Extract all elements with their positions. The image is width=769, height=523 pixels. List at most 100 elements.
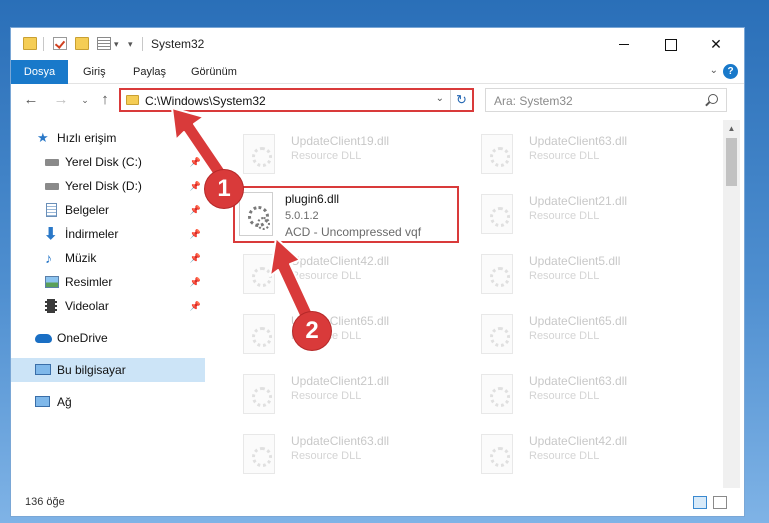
folder-icon [23, 37, 37, 50]
file-list: UpdateClient19.dll Resource DLL UpdateCl… [213, 120, 723, 488]
sidebar-item-pictures[interactable]: Resimler 📌 [11, 270, 205, 294]
sidebar-item-label: OneDrive [57, 331, 108, 345]
pin-icon: 📌 [189, 181, 201, 191]
sidebar-item-videos[interactable]: Videolar 📌 [11, 294, 205, 318]
sidebar-item-downloads[interactable]: ⬇ İndirmeler 📌 [11, 222, 205, 246]
up-button[interactable]: ↑ [95, 90, 115, 110]
forward-button[interactable]: → [51, 90, 71, 110]
scroll-up-arrow[interactable]: ▲ [723, 120, 740, 137]
pin-icon: 📌 [189, 205, 201, 215]
dll-file-icon [243, 314, 275, 354]
pictures-icon [45, 276, 59, 288]
details-view-icon[interactable] [693, 496, 707, 509]
downloads-icon: ⬇ [44, 226, 58, 243]
sidebar-item-music[interactable]: ♪ Müzik 📌 [11, 246, 205, 270]
file-tile[interactable]: UpdateClient21.dll Resource DLL [471, 188, 703, 248]
sidebar-item-this-pc[interactable]: Bu bilgisayar [11, 358, 205, 382]
file-tile[interactable]: UpdateClient65.dll Resource DLL [471, 308, 703, 368]
back-button[interactable]: ← [21, 90, 41, 110]
sidebar-item-drive-c[interactable]: Yerel Disk (C:) 📌 [11, 150, 205, 174]
file-type: Resource DLL [529, 330, 600, 342]
tab-home[interactable]: Giriş [71, 60, 118, 84]
file-tile[interactable]: UpdateClient63.dll Resource DLL [233, 428, 465, 488]
scrollbar-thumb[interactable] [726, 138, 737, 186]
file-name: UpdateClient63.dll [529, 134, 628, 148]
navigation-bar: ← → ⌄ ↑ C:\Windows\System32 ⌄ ↻ Ara: Sys… [11, 84, 744, 116]
sidebar-item-label: İndirmeler [65, 227, 119, 241]
chevron-down-icon[interactable]: ▾ [114, 39, 119, 50]
address-history-dropdown[interactable]: ⌄ [436, 93, 444, 104]
item-count: 136 öğe [25, 496, 65, 508]
address-path[interactable]: C:\Windows\System32 [145, 94, 266, 108]
file-type: Resource DLL [529, 210, 600, 222]
file-name: UpdateClient42.dll [529, 434, 628, 448]
file-type: Resource DLL [291, 390, 362, 402]
tab-view[interactable]: Görünüm [179, 60, 249, 84]
dll-file-icon [481, 374, 513, 414]
title-bar: ▾ ▾ System32 ✕ [11, 28, 744, 60]
dll-file-icon [481, 254, 513, 294]
large-icons-view-icon[interactable] [713, 496, 727, 509]
dll-file-icon [243, 374, 275, 414]
minimize-button[interactable] [601, 28, 647, 60]
view-options-icon[interactable] [97, 37, 111, 50]
dll-file-icon [243, 134, 275, 174]
file-tile[interactable]: UpdateClient19.dll Resource DLL [233, 128, 465, 188]
file-name: UpdateClient65.dll [529, 314, 628, 328]
pin-icon: 📌 [189, 301, 201, 311]
window-title: System32 [151, 37, 205, 51]
address-bar[interactable]: C:\Windows\System32 ⌄ ↻ [119, 88, 474, 112]
file-tile[interactable]: UpdateClient42.dll Resource DLL [233, 248, 465, 308]
file-name: UpdateClient21.dll [291, 374, 390, 388]
file-tile[interactable]: UpdateClient63.dll Resource DLL [471, 128, 703, 188]
file-name: UpdateClient19.dll [291, 134, 390, 148]
search-input[interactable]: Ara: System32 [485, 88, 727, 112]
documents-icon [46, 203, 57, 217]
help-icon[interactable]: ? [723, 64, 738, 79]
vertical-scrollbar[interactable]: ▲ [723, 120, 740, 488]
file-type: Resource DLL [291, 150, 362, 162]
file-description: ACD - Uncompressed vqf [285, 225, 422, 239]
file-type: Resource DLL [291, 450, 362, 462]
tab-share[interactable]: Paylaş [121, 60, 178, 84]
new-folder-icon[interactable] [75, 37, 89, 50]
dll-file-icon [243, 254, 275, 294]
maximize-button[interactable] [647, 28, 693, 60]
drive-d-icon [45, 183, 59, 190]
toolbar-separator [43, 37, 44, 51]
sidebar-item-drive-d[interactable]: Yerel Disk (D:) 📌 [11, 174, 205, 198]
file-name: UpdateClient63.dll [291, 434, 390, 448]
file-tile[interactable]: UpdateClient42.dll Resource DLL [471, 428, 703, 488]
recent-locations-button[interactable]: ⌄ [75, 90, 95, 110]
sidebar-item-label: Yerel Disk (C:) [65, 155, 142, 169]
file-explorer-window: ▾ ▾ System32 ✕ Dosya Giriş Paylaş Görünü… [10, 27, 745, 517]
sidebar-item-label: Bu bilgisayar [57, 363, 126, 377]
callout-2: 2 [293, 312, 331, 350]
dll-file-icon [481, 134, 513, 174]
sidebar-item-label: Belgeler [65, 203, 110, 217]
properties-check-icon[interactable] [53, 37, 67, 50]
customize-toolbar-icon[interactable]: ▾ [128, 39, 133, 50]
file-tile[interactable]: UpdateClient21.dll Resource DLL [233, 368, 465, 428]
sidebar-item-documents[interactable]: Belgeler 📌 [11, 198, 205, 222]
sidebar-item-network[interactable]: Ağ [11, 390, 205, 414]
search-icon[interactable] [708, 94, 718, 104]
sidebar-item-onedrive[interactable]: OneDrive [11, 326, 205, 350]
refresh-button[interactable]: ↻ [450, 90, 472, 110]
sidebar-item-label: Resimler [65, 275, 113, 289]
pin-icon: 📌 [189, 253, 201, 263]
file-name: UpdateClient63.dll [529, 374, 628, 388]
folder-icon [126, 95, 139, 105]
file-type: Resource DLL [529, 270, 600, 282]
ribbon: Dosya Giriş Paylaş Görünüm ⌄ ? [11, 60, 744, 84]
file-tile[interactable]: UpdateClient5.dll Resource DLL [471, 248, 703, 308]
file-tile[interactable]: UpdateClient65.dll Resource DLL [233, 308, 465, 368]
sidebar-item-quick-access[interactable]: ★ Hızlı erişim [11, 126, 205, 150]
expand-ribbon-icon[interactable]: ⌄ [710, 65, 718, 76]
highlighted-file-tile[interactable]: plugin6.dll 5.0.1.2 ACD - Uncompressed v… [233, 186, 459, 243]
close-button[interactable]: ✕ [693, 28, 739, 60]
file-tile[interactable]: UpdateClient63.dll Resource DLL [471, 368, 703, 428]
tab-file[interactable]: Dosya [11, 60, 68, 84]
dll-file-icon [481, 194, 513, 234]
dll-gear-file-icon [239, 192, 273, 236]
